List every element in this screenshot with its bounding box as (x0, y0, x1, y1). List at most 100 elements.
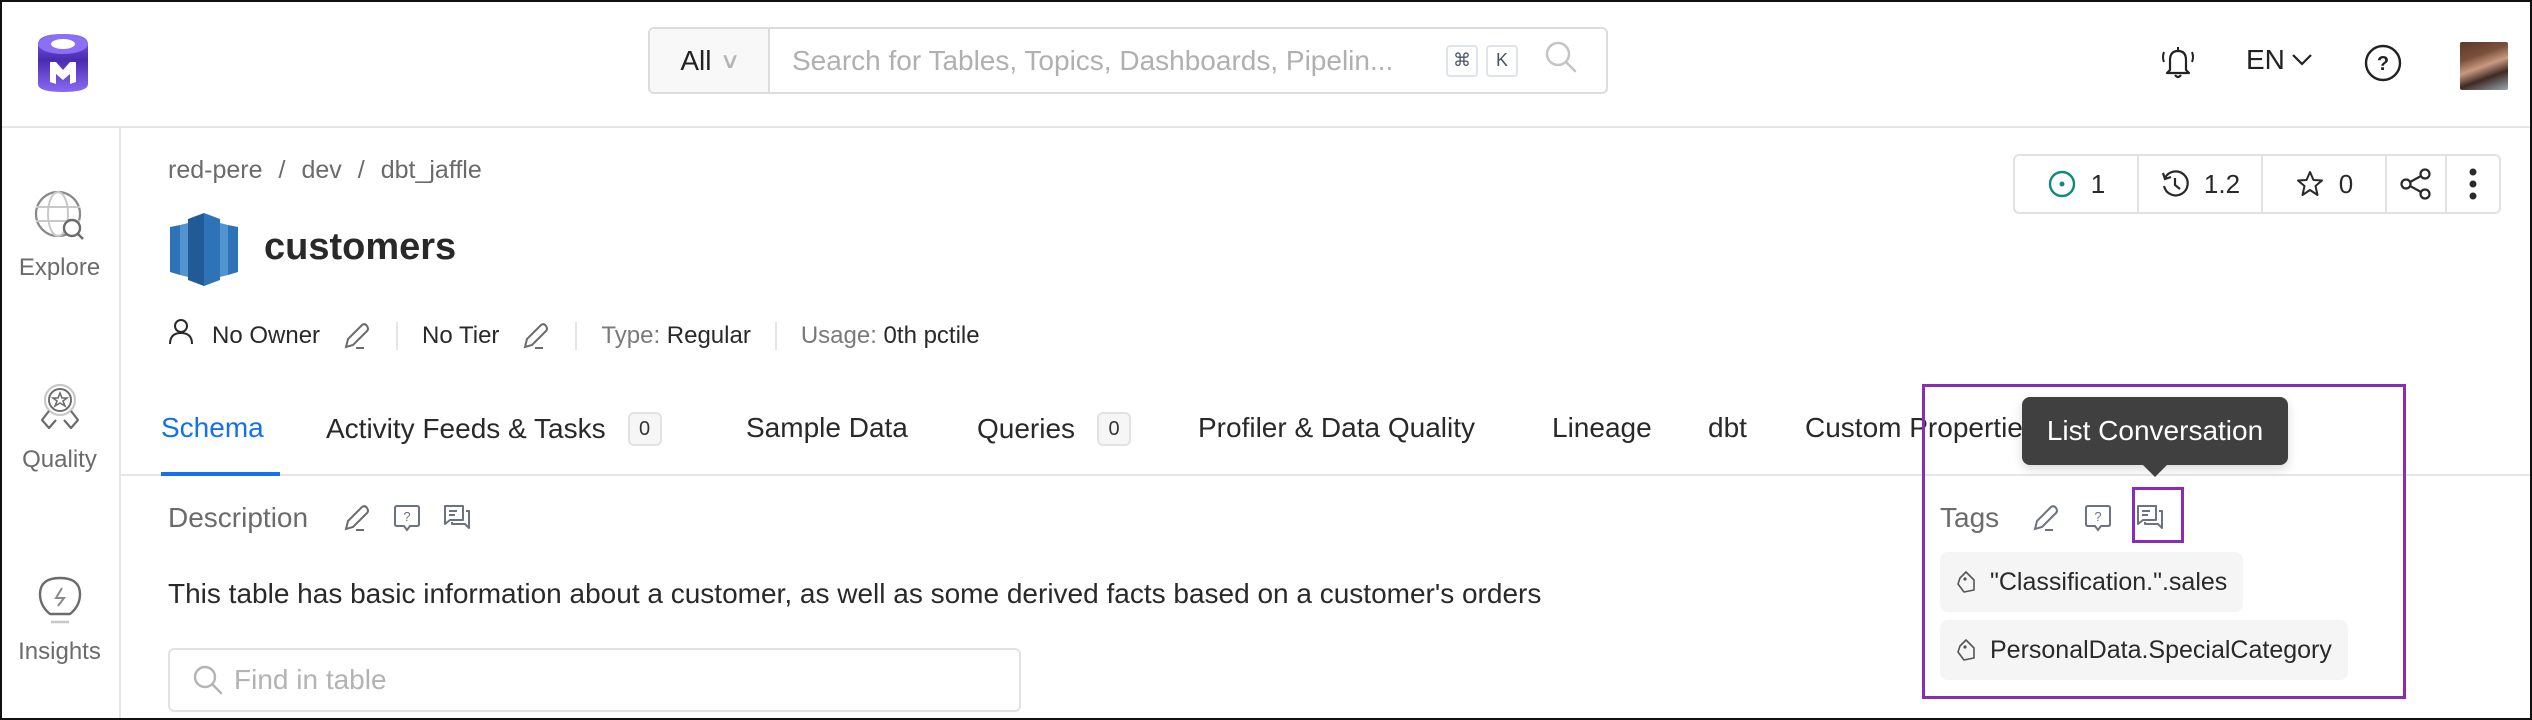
entity-actions: 1 1.2 0 (2013, 154, 2501, 214)
type-label: Type: (601, 322, 661, 349)
lightbulb-icon (38, 576, 81, 624)
find-in-table-input[interactable]: Find in table (168, 648, 1021, 712)
tag-icon (1957, 571, 1975, 593)
tag-icon (1957, 639, 1975, 661)
history-clock-icon (2161, 170, 2189, 197)
tab-lineage[interactable]: Lineage (1552, 412, 1652, 444)
help-icon[interactable]: ? (2363, 43, 2403, 88)
usage-value: 0th pctile (883, 322, 980, 349)
find-in-table-placeholder: Find in table (234, 664, 387, 695)
tab-label: Profiler & Data Quality (1198, 412, 1475, 443)
edit-tags-pencil-icon[interactable] (2031, 503, 2061, 533)
global-search: All ∨ Search for Tables, Topics, Dashboa… (648, 27, 1608, 94)
kebab-menu-icon (2469, 168, 2477, 200)
description-text: This table has basic information about a… (168, 578, 1542, 609)
breadcrumb: red-pere / dev / dbt_jaffle (168, 156, 482, 185)
version-value: 1.2 (2203, 168, 2241, 199)
sidebar-item-explore[interactable]: Explore (0, 188, 119, 282)
app-logo[interactable] (36, 32, 90, 94)
tab-profiler[interactable]: Profiler & Data Quality (1198, 412, 1475, 444)
list-conversation-highlight (2132, 487, 2184, 543)
tab-dbt[interactable]: dbt (1708, 412, 1747, 444)
chevron-down-icon: ∨ (719, 47, 741, 73)
tab-label: Schema (161, 412, 264, 443)
description-title: Description (168, 502, 309, 533)
star-button[interactable]: 0 (2263, 156, 2387, 212)
tag-chip[interactable]: "Classification.".sales (1940, 552, 2244, 612)
search-filter-dropdown[interactable]: All ∨ (650, 29, 770, 92)
tab-schema[interactable]: Schema (161, 412, 264, 444)
edit-tier-pencil-icon[interactable] (521, 321, 551, 351)
svg-text:?: ? (2095, 509, 2102, 524)
notifications-bell-icon[interactable] (2160, 44, 2196, 87)
list-conversation-tooltip: List Conversation (2022, 397, 2288, 477)
user-icon (169, 319, 193, 345)
breadcrumb-item-schema[interactable]: dbt_jaffle (381, 156, 482, 185)
owner-value[interactable]: No Owner (212, 322, 320, 350)
breadcrumb-item-service[interactable]: red-pere (168, 156, 263, 185)
tab-sample-data[interactable]: Sample Data (746, 412, 908, 444)
tag-chip[interactable]: PersonalData.SpecialCategory (1940, 620, 2348, 680)
entity-title: customers (264, 226, 457, 268)
sidebar-item-label: Insights (18, 638, 101, 665)
stars-count: 0 (2338, 168, 2354, 199)
active-tab-indicator (161, 472, 280, 476)
sidebar-item-quality[interactable]: Quality (0, 380, 119, 474)
conversation-icon[interactable] (442, 503, 472, 533)
tab-activity-feeds[interactable]: Activity Feeds & Tasks 0 (326, 412, 662, 446)
tab-queries[interactable]: Queries 0 (977, 412, 1132, 446)
edit-description-pencil-icon[interactable] (342, 503, 372, 533)
share-button[interactable] (2387, 156, 2447, 212)
cmd-key-icon: ⌘ (1446, 44, 1478, 77)
tab-count-badge: 0 (627, 412, 662, 446)
more-options-button[interactable] (2447, 156, 2499, 212)
share-icon (2400, 168, 2431, 200)
award-badge-icon (40, 383, 79, 430)
version-button[interactable]: 1.2 (2139, 156, 2263, 212)
user-avatar[interactable] (2460, 42, 2508, 90)
divider (396, 322, 399, 350)
search-input[interactable]: Search for Tables, Topics, Dashboards, P… (770, 29, 1606, 92)
tab-count-badge: 0 (1097, 412, 1132, 446)
language-selector[interactable]: EN (2246, 44, 2313, 76)
search-icon (193, 665, 223, 695)
edit-owner-pencil-icon[interactable] (342, 321, 372, 351)
divider (575, 322, 578, 350)
followers-count: 1 (2090, 168, 2106, 199)
request-description-icon[interactable]: ? (392, 503, 422, 533)
tab-label: Queries (977, 413, 1076, 444)
k-key-hint: K (1486, 44, 1518, 77)
divider (774, 322, 777, 350)
openmetadata-logo-icon (38, 34, 88, 92)
follow-button[interactable]: 1 (2015, 156, 2139, 212)
top-navbar: All ∨ Search for Tables, Topics, Dashboa… (0, 0, 2532, 128)
tab-label: dbt (1708, 412, 1747, 443)
usage-label: Usage: (800, 322, 877, 349)
star-icon (2296, 171, 2323, 196)
svg-text:?: ? (403, 509, 410, 524)
redshift-service-icon (170, 213, 238, 286)
globe-search-icon (34, 190, 84, 240)
language-value: EN (2246, 44, 2285, 75)
search-icon[interactable] (1544, 40, 1578, 81)
tab-label: Sample Data (746, 412, 908, 443)
svg-text:?: ? (2377, 53, 2389, 75)
sidebar-item-insights[interactable]: Insights (0, 572, 119, 666)
tags-title: Tags (1940, 502, 2000, 533)
breadcrumb-separator: / (278, 156, 286, 184)
description-header: Description ? (168, 502, 472, 534)
tooltip-text: List Conversation (2046, 415, 2264, 446)
sidebar-item-label: Quality (22, 446, 97, 473)
left-sidebar: Explore Quality Insights (0, 128, 121, 720)
chevron-down-icon (2292, 54, 2312, 66)
entity-meta-row: No Owner No Tier Type: Regular Usage: 0t… (168, 318, 980, 354)
breadcrumb-item-database[interactable]: dev (301, 156, 341, 185)
type-value: Regular (666, 322, 751, 349)
breadcrumb-separator: / (357, 156, 365, 184)
tier-value[interactable]: No Tier (422, 322, 499, 350)
search-filter-value: All (680, 44, 712, 76)
tab-label: Activity Feeds & Tasks (326, 413, 606, 444)
follow-icon (2048, 170, 2075, 198)
tag-label: PersonalData.SpecialCategory (1990, 635, 2332, 664)
request-tags-icon[interactable]: ? (2083, 503, 2113, 533)
